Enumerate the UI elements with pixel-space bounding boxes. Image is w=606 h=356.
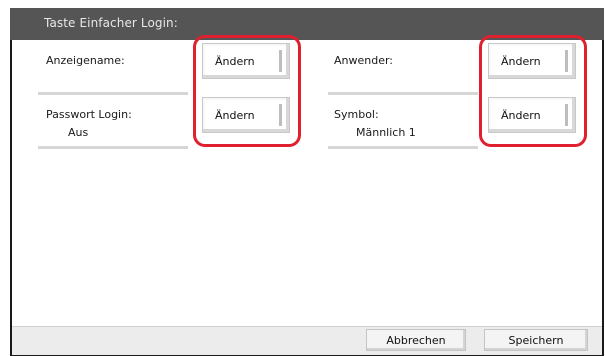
highlight-left-buttons [193,35,301,147]
user-label: Anwender: [334,54,394,67]
password-login-divider [38,146,188,149]
symbol-value: Männlich 1 [356,126,416,139]
symbol-label: Symbol: [334,108,379,121]
user-divider [328,92,478,95]
symbol-divider [328,146,478,149]
password-login-value: Aus [68,126,89,139]
save-button[interactable]: Speichern [484,329,588,351]
display-name-label: Anzeigename: [46,54,125,67]
display-name-divider [38,92,188,95]
highlight-right-buttons [479,35,587,147]
cancel-button[interactable]: Abbrechen [366,329,466,351]
dialog-title: Taste Einfacher Login: [44,16,178,30]
password-login-label: Passwort Login: [46,108,132,121]
